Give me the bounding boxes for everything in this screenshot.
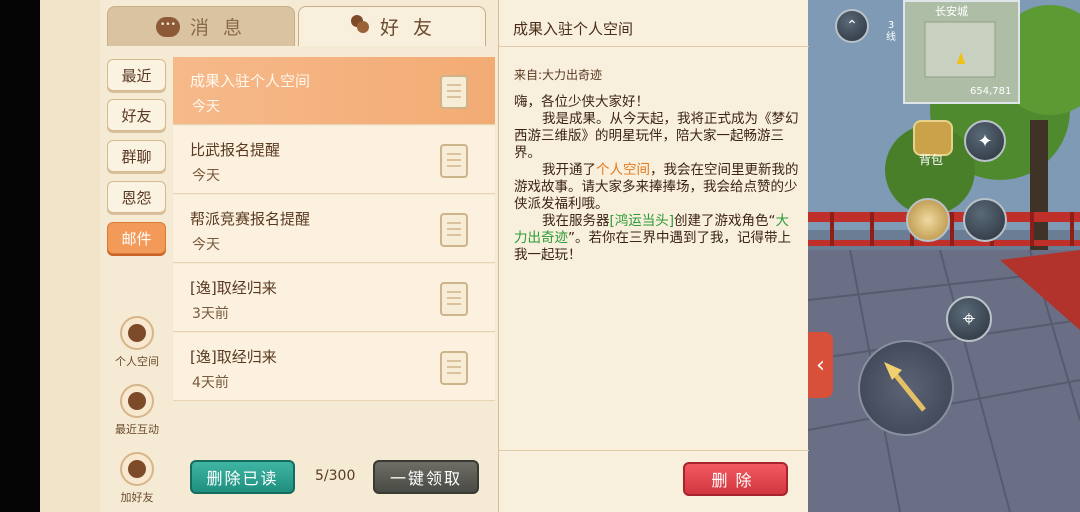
tab-messages-label: 消 息 (189, 17, 247, 39)
mail-row[interactable]: [逸]取经归来 4天前 (173, 333, 495, 401)
recent-interaction-icon (120, 384, 154, 418)
skill-icon[interactable] (963, 198, 1007, 242)
scroll-icon (440, 351, 468, 385)
tab-messages[interactable]: 消 息 (107, 6, 295, 46)
divider (499, 46, 809, 47)
coordinates: 654,781 (970, 86, 1012, 97)
mail-list-footer: 删除已读 5/300 一键领取 (173, 450, 495, 510)
compass-icon[interactable]: ✦ (964, 120, 1006, 162)
scroll-icon (440, 282, 468, 316)
scroll-icon (440, 144, 468, 178)
server-line[interactable]: 3线 (884, 20, 898, 44)
mail-title: [逸]取经归来 (190, 279, 277, 297)
collect-all-button[interactable]: 一键领取 (373, 460, 479, 494)
personal-space-link[interactable]: 个人空间 (596, 162, 650, 178)
category-friends[interactable]: 好友 (107, 99, 166, 131)
chevron-up-icon[interactable]: ⌃ (835, 9, 869, 43)
panel-decoration (40, 0, 100, 512)
add-friend-label: 加好友 (120, 491, 154, 504)
category-recent[interactable]: 最近 (107, 59, 166, 91)
detail-title: 成果入驻个人空间 (513, 20, 634, 38)
paragraph-3-start: 我在服务器 (542, 213, 610, 229)
server-name: [鸿运当头] (609, 213, 675, 229)
mail-title: 成果入驻个人空间 (190, 72, 311, 90)
personal-space-label: 个人空间 (115, 355, 159, 368)
paragraph-2: 我开通了个人空间，我会在空间里更新我的游戏故事。请大家多来捧捧场，我会给点赞的少… (514, 162, 799, 213)
collapse-panel-button[interactable]: ‹ (808, 332, 833, 398)
category-group-chat[interactable]: 群聊 (107, 140, 166, 172)
scroll-icon (440, 75, 468, 109)
staff-weapon-icon (884, 362, 926, 412)
add-friend-button[interactable]: 加好友 (102, 452, 172, 505)
recent-interaction-label: 最近互动 (115, 423, 159, 436)
target-lock-icon[interactable]: ⌖ (946, 296, 992, 342)
mail-time: 4天前 (192, 375, 229, 391)
tab-friends-label: 好 友 (379, 17, 437, 39)
detail-sender: 来自:大力出奇迹 (514, 68, 603, 82)
paragraph-3-mid: 创建了游戏角色“ (674, 213, 776, 229)
mail-title: [逸]取经归来 (190, 348, 277, 366)
mail-row[interactable]: 成果入驻个人空间 今天 (173, 57, 495, 125)
detail-body: 嗨，各位少侠大家好！ 我是成果。从今天起，我将正式成为《梦幻西游三维版》的明星玩… (514, 94, 799, 264)
city-name: 长安城 (935, 5, 968, 18)
mail-row[interactable]: 帮派竞赛报名提醒 今天 (173, 195, 495, 263)
paragraph-2-start: 我开通了 (542, 162, 596, 178)
greeting-text: 嗨，各位少侠大家好！ (514, 94, 649, 110)
tab-friends[interactable]: 好 友 (298, 6, 486, 46)
paragraph-1: 我是成果。从今天起，我将正式成为《梦幻西游三维版》的明星玩伴，陪大家一起畅游三界… (514, 111, 799, 161)
mail-count: 5/300 (315, 468, 356, 484)
add-friend-icon (120, 452, 154, 486)
friends-icon (348, 13, 370, 40)
mail-time: 今天 (192, 168, 220, 184)
paragraph-3: 我在服务器[鸿运当头]创建了游戏角色“大力出奇迹”。若你在三界中遇到了我，记得带… (514, 213, 799, 264)
detail-footer: 删除 (499, 450, 809, 512)
delete-read-button[interactable]: 删除已读 (190, 460, 295, 494)
mail-row[interactable]: 比武报名提醒 今天 (173, 126, 495, 194)
mail-list: 成果入驻个人空间 今天 比武报名提醒 今天 帮派竞赛报名提醒 今天 [逸]取经归… (173, 57, 495, 403)
mount-icon[interactable] (906, 198, 950, 242)
mail-time: 今天 (192, 99, 220, 115)
mail-detail: 成果入驻个人空间 来自:大力出奇迹 嗨，各位少侠大家好！ 我是成果。从今天起，我… (498, 0, 809, 512)
category-grudges[interactable]: 恩怨 (107, 181, 166, 213)
social-panel: 消 息 好 友 最近 好友 群聊 恩怨 邮件 个人空间 最近互动 加好友 成果入… (40, 0, 809, 512)
personal-space-button[interactable]: 个人空间 (102, 316, 172, 369)
delete-button[interactable]: 删除 (683, 462, 788, 496)
mail-time: 3天前 (192, 306, 229, 322)
scroll-icon (440, 213, 468, 247)
category-mail[interactable]: 邮件 (107, 222, 166, 254)
mail-title: 帮派竞赛报名提醒 (190, 210, 311, 228)
mail-row[interactable]: [逸]取经归来 3天前 (173, 264, 495, 332)
personal-space-icon (120, 316, 154, 350)
attack-button[interactable] (858, 340, 954, 436)
chat-bubble-icon (155, 16, 180, 37)
recent-interaction-button[interactable]: 最近互动 (102, 384, 172, 437)
mail-title: 比武报名提醒 (190, 141, 281, 159)
letterbox-bar (0, 0, 40, 512)
mail-time: 今天 (192, 237, 220, 253)
bag-label: 背包 (919, 153, 944, 167)
